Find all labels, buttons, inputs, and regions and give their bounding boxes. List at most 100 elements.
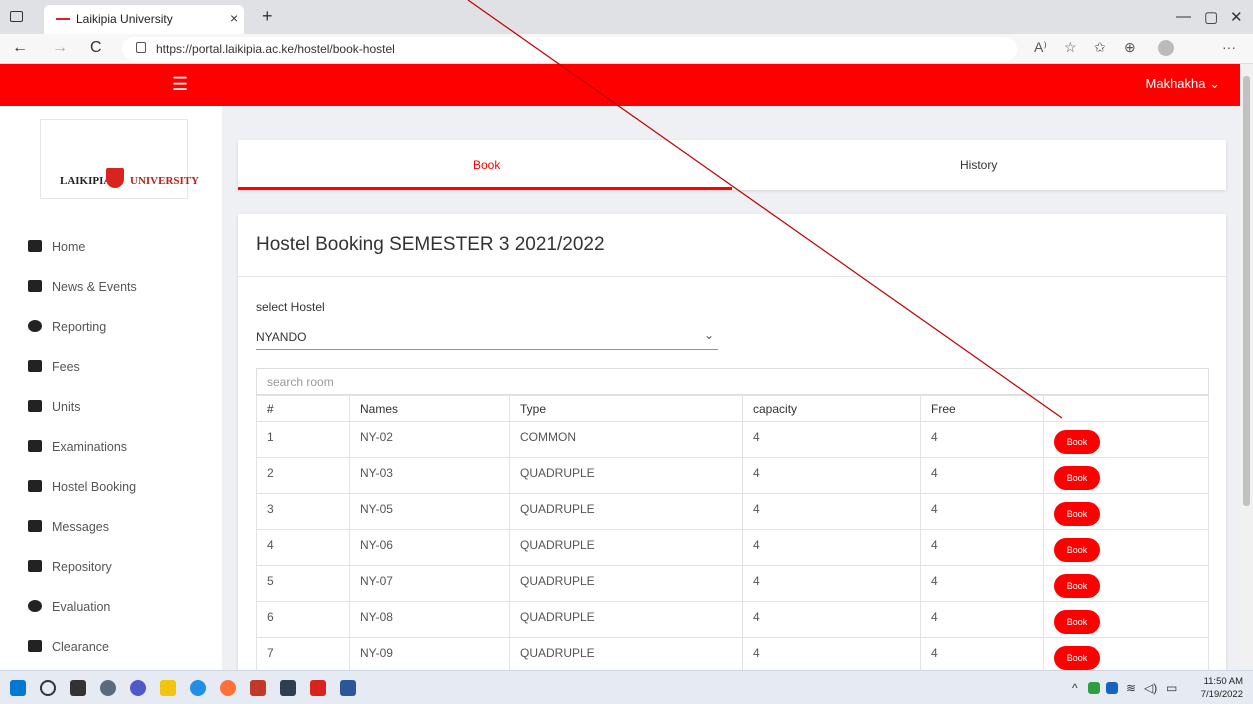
hostel-select[interactable]: NYANDO ⌄ xyxy=(256,324,718,350)
room-name: NY-03 xyxy=(349,457,510,494)
volume-icon[interactable]: ◁) xyxy=(1144,681,1157,695)
tab-close-icon[interactable]: × xyxy=(230,10,238,26)
app-icon[interactable] xyxy=(280,680,296,696)
logo-text-right: UNIVERSITY xyxy=(130,175,200,187)
tray-app-icon[interactable] xyxy=(1088,682,1100,694)
sidebar-item-label: Evaluation xyxy=(52,600,111,614)
sidebar-item-clearance[interactable]: Clearance xyxy=(28,640,109,660)
edge-icon[interactable] xyxy=(190,680,206,696)
firefox-icon[interactable] xyxy=(220,680,236,696)
read-aloud-icon[interactable]: A⁾ xyxy=(1034,39,1047,56)
reload-icon[interactable]: C xyxy=(90,39,102,57)
row-number: 5 xyxy=(256,565,350,602)
page-scrollbar[interactable] xyxy=(1240,64,1253,670)
book-room-button[interactable]: Book xyxy=(1054,574,1100,598)
comments-icon xyxy=(28,520,42,532)
new-tab-button[interactable]: + xyxy=(262,6,273,27)
room-free: 4 xyxy=(920,529,1044,566)
sidebar-item-label: Reporting xyxy=(52,320,107,334)
sidebar-item-units[interactable]: Units xyxy=(28,400,80,420)
sidebar-item-messages[interactable]: Messages xyxy=(28,520,109,540)
main-content: Book History Hostel Booking SEMESTER 3 2… xyxy=(222,106,1240,674)
room-name: NY-09 xyxy=(349,637,510,674)
tab-book[interactable]: Book xyxy=(473,158,500,172)
word-icon[interactable] xyxy=(340,680,356,696)
sidebar-item-home[interactable]: Home xyxy=(28,240,85,260)
sidebar-item-reporting[interactable]: Reporting xyxy=(28,320,106,340)
settings-icon[interactable] xyxy=(100,680,116,696)
room-type: QUADRUPLE xyxy=(509,601,743,638)
maximize-icon[interactable]: ▢ xyxy=(1204,8,1218,26)
menu-toggle-icon[interactable]: ☰ xyxy=(172,74,188,95)
book-room-button[interactable]: Book xyxy=(1054,502,1100,526)
column-header: Type xyxy=(509,395,743,422)
room-capacity: 4 xyxy=(742,601,921,638)
more-icon[interactable]: ··· xyxy=(1222,39,1236,55)
favorite-star-icon[interactable]: ☆ xyxy=(1064,39,1077,56)
row-number: 3 xyxy=(256,493,350,530)
university-logo[interactable]: LAIKIPIA UNIVERSITY xyxy=(40,119,199,199)
windows-start-icon[interactable] xyxy=(10,680,26,696)
room-capacity: 4 xyxy=(742,565,921,602)
booking-tabs: Book History xyxy=(238,140,1226,190)
sidebar-item-label: Clearance xyxy=(52,640,109,654)
room-name: NY-05 xyxy=(349,493,510,530)
table-row: 1 NY-02 COMMON 4 4 Book xyxy=(256,421,1209,458)
book-room-button[interactable]: Book xyxy=(1054,430,1100,454)
url-field[interactable]: https://portal.laikipia.ac.ke/hostel/boo… xyxy=(122,37,1017,61)
action-cell: Book xyxy=(1043,637,1209,674)
file-explorer-icon[interactable] xyxy=(160,680,176,696)
table-row: 6 NY-08 QUADRUPLE 4 4 Book xyxy=(256,601,1209,638)
sidebar-item-label: Examinations xyxy=(52,440,128,454)
table-row: 4 NY-06 QUADRUPLE 4 4 Book xyxy=(256,529,1209,566)
select-hostel-label: select Hostel xyxy=(256,300,325,314)
book-room-button[interactable]: Book xyxy=(1054,538,1100,562)
room-free: 4 xyxy=(920,601,1044,638)
room-name: NY-02 xyxy=(349,421,510,458)
clock[interactable]: 11:50 AM 7/19/2022 xyxy=(1201,675,1243,701)
profile-avatar-icon[interactable] xyxy=(1158,40,1174,56)
tab-history[interactable]: History xyxy=(960,158,997,172)
sidebar-item-evaluation[interactable]: Evaluation xyxy=(28,600,110,620)
logo-text-left: LAIKIPIA xyxy=(60,175,112,187)
tray-k-icon[interactable] xyxy=(1106,682,1118,694)
chat-icon[interactable] xyxy=(130,680,146,696)
user-menu[interactable]: Makhakha ⌄ xyxy=(1146,76,1220,92)
room-capacity: 4 xyxy=(742,421,921,458)
sidebar-item-repository[interactable]: Repository xyxy=(28,560,112,580)
tray-chevron-icon[interactable]: ^ xyxy=(1072,681,1078,695)
booking-card: Hostel Booking SEMESTER 3 2021/2022 sele… xyxy=(238,214,1226,674)
room-capacity: 4 xyxy=(742,493,921,530)
room-capacity: 4 xyxy=(742,457,921,494)
sidebar-item-hostel-booking[interactable]: Hostel Booking xyxy=(28,480,136,500)
window-close-icon[interactable]: ✕ xyxy=(1230,8,1243,26)
book-room-button[interactable]: Book xyxy=(1054,610,1100,634)
forward-icon[interactable]: → xyxy=(52,39,68,57)
book-room-button[interactable]: Book xyxy=(1054,646,1100,670)
graduation-cap-icon xyxy=(28,440,42,452)
battery-icon[interactable]: ▭ xyxy=(1166,681,1177,695)
favorites-icon[interactable]: ✩ xyxy=(1094,39,1106,56)
column-header: capacity xyxy=(742,395,921,422)
wifi-icon[interactable]: ≋ xyxy=(1126,681,1136,695)
favicon-icon xyxy=(56,18,70,22)
tab-actions-icon[interactable] xyxy=(10,11,23,22)
sidebar-item-news-events[interactable]: News & Events xyxy=(28,280,137,300)
collections-icon[interactable]: ⊕ xyxy=(1124,39,1136,56)
sidebar-item-fees[interactable]: Fees xyxy=(28,360,80,380)
book-room-button[interactable]: Book xyxy=(1054,466,1100,490)
sidebar-item-examinations[interactable]: Examinations xyxy=(28,440,127,460)
browser-tab[interactable]: Laikipia University × xyxy=(44,5,244,34)
minimize-icon[interactable]: — xyxy=(1176,8,1191,25)
acrobat-icon[interactable] xyxy=(310,680,326,696)
search-input[interactable] xyxy=(257,369,1208,394)
graduation-app-icon[interactable] xyxy=(250,680,266,696)
task-view-icon[interactable] xyxy=(70,680,86,696)
scrollbar-thumb[interactable] xyxy=(1243,76,1250,506)
search-icon[interactable] xyxy=(40,680,56,696)
room-type: QUADRUPLE xyxy=(509,565,743,602)
back-icon[interactable]: ← xyxy=(12,39,28,57)
row-number: 1 xyxy=(256,421,350,458)
action-cell: Book xyxy=(1043,493,1209,530)
chevron-down-icon: ⌄ xyxy=(703,328,714,342)
